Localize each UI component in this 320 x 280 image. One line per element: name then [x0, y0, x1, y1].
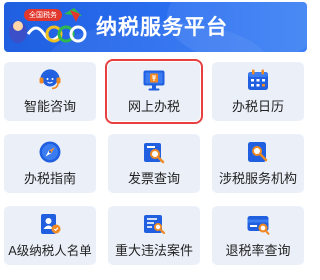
- tile-label: 涉税服务机构: [218, 172, 297, 187]
- header-banner: 全国税务 纳税服务平台: [4, 2, 307, 52]
- tile-label: 退税率查询: [225, 244, 291, 259]
- rate-card-icon: [246, 212, 270, 236]
- tile-tax-guide[interactable]: 办税指南: [4, 134, 96, 193]
- a-grade-list-icon: [38, 212, 62, 236]
- invoice-search-icon: [142, 140, 166, 164]
- tile-tax-agency[interactable]: 涉税服务机构: [212, 134, 304, 193]
- tile-major-violations[interactable]: 重大违法案件: [108, 206, 200, 265]
- tile-tax-refund-rate[interactable]: 退税率查询: [212, 206, 304, 265]
- tile-label: 网上办税: [127, 100, 180, 115]
- tile-label: A级纳税人名单: [8, 243, 92, 258]
- compass-icon: [38, 140, 62, 164]
- agency-search-icon: [246, 140, 270, 164]
- platform-title: 纳税服务平台: [96, 15, 228, 39]
- tile-label: 办税指南: [23, 172, 76, 187]
- platform-logo: 全国税务: [6, 4, 88, 50]
- tile-a-grade-taxpayers[interactable]: A级纳税人名单: [4, 206, 96, 265]
- tile-label: 重大违法案件: [114, 244, 193, 259]
- case-search-icon: [142, 212, 166, 236]
- customer-service-headset-icon: [38, 68, 62, 92]
- tile-label: 发票查询: [127, 172, 180, 187]
- tile-invoice-query[interactable]: 发票查询: [108, 134, 200, 193]
- tile-tax-calendar[interactable]: 办税日历: [212, 62, 304, 121]
- tile-label: 智能咨询: [23, 100, 76, 115]
- tile-smart-consult[interactable]: 智能咨询: [4, 62, 96, 121]
- logo-tag: 全国税务: [24, 9, 62, 21]
- tile-label: 办税日历: [231, 100, 284, 115]
- online-tax-monitor-icon: [142, 68, 166, 92]
- tile-online-tax[interactable]: 网上办税: [105, 59, 203, 124]
- calendar-icon: [246, 68, 270, 92]
